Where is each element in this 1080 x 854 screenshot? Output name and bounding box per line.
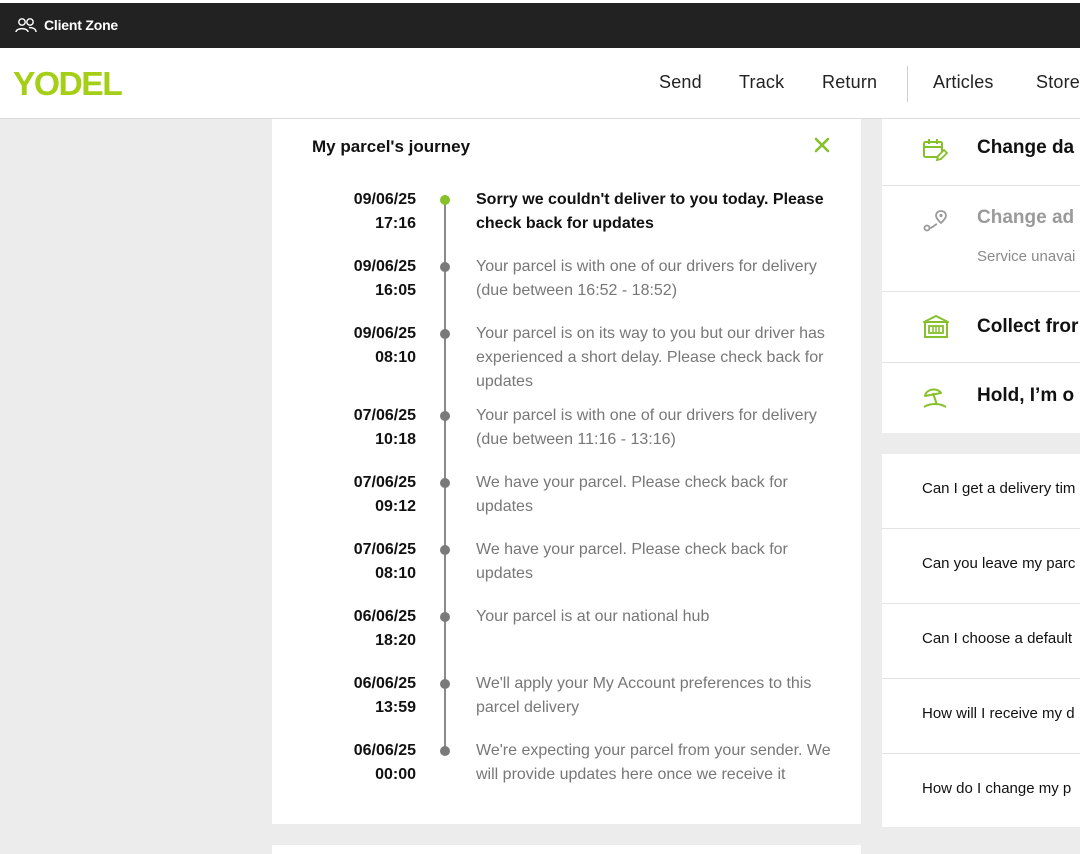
location-route-icon — [923, 210, 947, 232]
nav-return[interactable]: Return — [822, 72, 877, 93]
timeline-dot — [440, 478, 450, 488]
timeline-dot-active — [440, 195, 450, 205]
change-address-action: Change ad Service unavai — [882, 186, 1080, 292]
event-message: Your parcel is at our national hub — [476, 608, 710, 625]
users-icon — [15, 18, 37, 33]
change-address-label: Change ad — [977, 207, 1075, 228]
delivery-actions-panel: Change da Change ad Service unavai Colle… — [882, 119, 1080, 433]
nav-divider — [907, 66, 908, 102]
nav-articles[interactable]: Articles — [933, 72, 994, 93]
event-message: We'll apply your My Account preferences … — [476, 675, 812, 716]
hold-label: Hold, I’m o — [977, 385, 1075, 406]
beach-umbrella-icon — [923, 388, 947, 408]
event-date: 06/06/25 — [353, 608, 416, 625]
event-message: We have your parcel. Please check back f… — [476, 541, 788, 582]
event-message: Your parcel is with one of our drivers f… — [476, 258, 817, 299]
event-time: 18:20 — [375, 632, 416, 649]
timeline-line — [444, 199, 446, 751]
event-date: 07/06/25 — [353, 474, 416, 491]
event-date: 09/06/25 — [353, 191, 416, 208]
faq-question: Can I get a delivery tim — [922, 480, 1076, 497]
change-date-label: Change da — [977, 137, 1075, 158]
timeline-dot — [440, 262, 450, 272]
calendar-edit-icon — [923, 139, 948, 162]
collect-label: Collect fror — [977, 316, 1079, 337]
event-time: 17:16 — [375, 215, 416, 232]
client-zone-link[interactable]: Client Zone — [14, 17, 118, 33]
timeline-dot — [440, 612, 450, 622]
timeline-dot — [440, 411, 450, 421]
parcel-journey-card: My parcel's journey 09/06/25 17:16 Sorry … — [272, 119, 861, 824]
event-time: 10:18 — [375, 431, 416, 448]
faq-item[interactable]: Can you leave my parc — [882, 529, 1080, 604]
journey-title: My parcel's journey — [312, 137, 471, 156]
timeline-dot — [440, 329, 450, 339]
event-date: 06/06/25 — [353, 742, 416, 759]
event-message: Your parcel is on its way to you but our… — [476, 325, 825, 390]
client-zone-label: Client Zone — [44, 17, 119, 33]
yodel-logo[interactable]: YODEL — [13, 65, 123, 103]
faq-item[interactable]: Can I choose a default — [882, 604, 1080, 679]
faq-item[interactable]: How do I change my p — [882, 754, 1080, 827]
hold-action[interactable]: Hold, I’m o — [882, 363, 1080, 433]
change-date-action[interactable]: Change da — [882, 119, 1080, 186]
faq-question: Can I choose a default — [922, 630, 1073, 647]
event-date: 09/06/25 — [353, 325, 416, 342]
faq-item[interactable]: Can I get a delivery tim — [882, 454, 1080, 529]
faq-panel: Can I get a delivery tim Can you leave m… — [882, 454, 1080, 827]
timeline-dot — [440, 679, 450, 689]
timeline-dot — [440, 545, 450, 555]
event-message: We're expecting your parcel from your se… — [476, 742, 831, 783]
event-time: 09:12 — [375, 498, 416, 515]
event-time: 00:00 — [375, 766, 416, 783]
faq-question: How will I receive my d — [922, 705, 1075, 722]
service-unavailable-text: Service unavai — [977, 248, 1076, 265]
event-time: 08:10 — [375, 565, 416, 582]
event-date: 06/06/25 — [353, 675, 416, 692]
faq-question: How do I change my p — [922, 780, 1072, 797]
site-header: YODEL Send Track Return Articles Store — [0, 48, 1080, 119]
event-time: 16:05 — [375, 282, 416, 299]
event-date: 07/06/25 — [353, 407, 416, 424]
event-message: Your parcel is with one of our drivers f… — [476, 407, 817, 448]
event-message: Sorry we couldn't deliver to you today. … — [476, 191, 824, 232]
timeline-dot — [440, 746, 450, 756]
event-date: 09/06/25 — [353, 258, 416, 275]
event-time: 08:10 — [375, 349, 416, 366]
faq-item[interactable]: How will I receive my d — [882, 679, 1080, 754]
event-time: 13:59 — [375, 699, 416, 716]
store-icon — [923, 315, 949, 338]
faq-question: Can you leave my parc — [922, 555, 1076, 572]
event-date: 07/06/25 — [353, 541, 416, 558]
close-icon[interactable] — [812, 135, 832, 155]
nav-store[interactable]: Store — [1036, 72, 1080, 93]
next-card — [272, 845, 861, 854]
nav-send[interactable]: Send — [659, 72, 702, 93]
collect-action[interactable]: Collect fror — [882, 292, 1080, 363]
top-bar: Client Zone — [0, 0, 1080, 48]
nav-track[interactable]: Track — [739, 72, 784, 93]
event-message: We have your parcel. Please check back f… — [476, 474, 788, 515]
